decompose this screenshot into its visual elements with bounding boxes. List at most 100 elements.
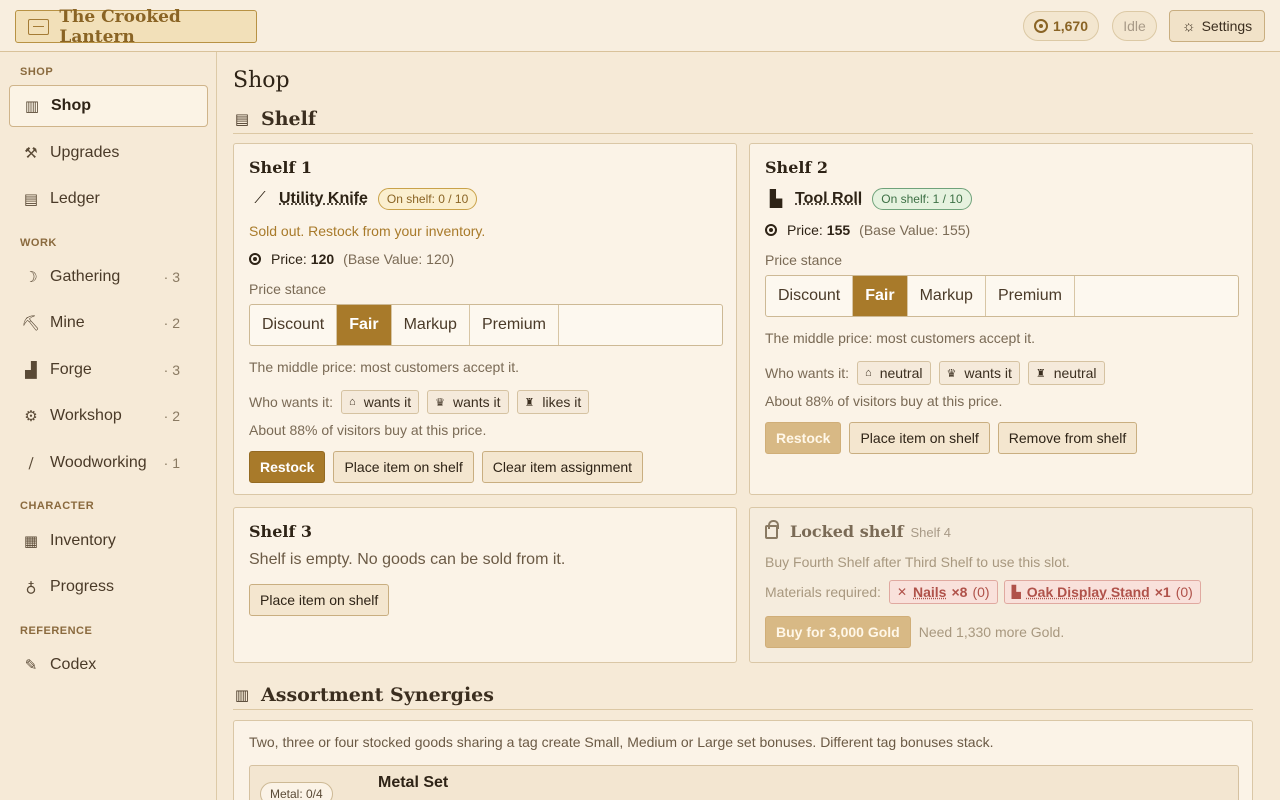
wants-label: Who wants it: (765, 365, 850, 381)
sidebar-item-label: Workshop (50, 407, 122, 424)
sidebar-item-inventory[interactable]: ▦ Inventory (9, 520, 208, 562)
place-item-button[interactable]: Place item on shelf (333, 451, 474, 483)
chisel-icon: ∕ (28, 454, 34, 472)
sidebar-heading-character: CHARACTER (20, 500, 95, 512)
material-qty: ×8 (951, 584, 968, 600)
place-item-button[interactable]: Place item on shelf (249, 584, 390, 616)
shelf-item-row: ⟋ Utility Knife On shelf: 0 / 10 (249, 188, 721, 210)
stance-markup-button[interactable]: Markup (908, 276, 986, 316)
chip-text: wants it (964, 365, 1012, 381)
place-item-button[interactable]: Place item on shelf (849, 422, 990, 454)
synergy-section-header: ▥ Assortment Synergies (233, 680, 1253, 710)
wants-row: Who wants it: ⌂ wants it ♛ wants it ♜ likes… (249, 390, 721, 414)
price-label: Price: (271, 251, 307, 267)
stock-badge: On shelf: 0 / 10 (377, 188, 478, 210)
lantern-icon: ♜ (1035, 367, 1046, 380)
sidebar-heading-reference: REFERENCE (20, 625, 93, 637)
main-content: Shop ▤ Shelf Shelf 1 ⟋ Utility Knife On … (233, 52, 1253, 800)
gold-counter: 1,670 (1023, 11, 1099, 41)
customer-chip: ⌂ wants it (341, 390, 420, 414)
knife-icon: ⟋ (254, 190, 266, 207)
coin-icon (249, 253, 261, 265)
shelf-actions: Place item on shelf (249, 584, 721, 616)
price-stance-selector: Discount Fair Markup Premium (765, 275, 1239, 317)
hammer-icon: ⚒ (24, 144, 38, 162)
house-icon: ⌂ (349, 396, 356, 408)
sidebar-item-label: Codex (50, 656, 97, 673)
wants-row: Who wants it: ⌂ neutral ♛ wants it ♜ neutra… (765, 361, 1237, 385)
buy-shelf-button[interactable]: Buy for 3,000 Gold (765, 616, 911, 648)
app-brand[interactable]: The Crooked Lantern (15, 7, 257, 47)
sidebar-item-codex[interactable]: ✎ Codex (9, 644, 208, 686)
item-name-link[interactable]: Tool Roll (795, 190, 862, 208)
gear-icon: ☼ (1181, 17, 1196, 35)
locked-shelf-subtitle: Shelf 4 (910, 525, 951, 540)
sidebar-item-label: Inventory (50, 532, 116, 549)
saw-icon: ⚙ (24, 407, 38, 425)
coin-icon (1033, 19, 1048, 33)
buy-rate: About 88% of visitors buy at this price. (249, 422, 487, 438)
sidebar-item-label: Mine (50, 314, 85, 331)
sidebar-item-progress[interactable]: ♁ Progress (9, 566, 208, 608)
material-chip[interactable]: ✕ Nails ×8 (0) (888, 580, 998, 604)
stance-discount-button[interactable]: Discount (766, 276, 854, 316)
clear-assignment-button[interactable]: Clear item assignment (481, 451, 644, 483)
materials-row: Materials required: ✕ Nails ×8 (0) ▙ Oak… (765, 580, 1237, 604)
shelf-icon: ▤ (234, 109, 250, 128)
coin-icon (765, 224, 777, 236)
restock-button[interactable]: Restock (765, 422, 842, 454)
customer-chip: ♜ neutral (1027, 361, 1105, 385)
sidebar-item-upgrades[interactable]: ⚒ Upgrades (9, 132, 208, 174)
lock-icon (765, 520, 779, 539)
chip-text: wants it (363, 394, 412, 410)
crown-icon: ♛ (946, 367, 957, 380)
stance-premium-button[interactable]: Premium (470, 305, 559, 345)
stance-premium-button[interactable]: Premium (986, 276, 1075, 316)
sidebar-item-label: Ledger (50, 190, 100, 207)
bag-icon: ▦ (23, 532, 39, 550)
sidebar-item-forge[interactable]: ▟ Forge · 3 (9, 349, 208, 391)
sidebar-item-gathering[interactable]: ☽ Gathering · 3 (9, 256, 208, 298)
sold-out-note: Sold out. Restock from your inventory. (249, 223, 486, 239)
nails-icon: ✕ (896, 585, 907, 599)
sidebar-item-shop[interactable]: ▥ Shop (9, 85, 208, 127)
price-label: Price: (787, 222, 823, 238)
remove-from-shelf-button[interactable]: Remove from shelf (997, 422, 1138, 454)
sidebar-item-workshop[interactable]: ⚙ Workshop · 2 (9, 395, 208, 437)
sidebar-item-mine[interactable]: ⛏ Mine · 2 (9, 302, 208, 344)
shelf-actions: Restock Place item on shelf Clear item a… (249, 451, 721, 483)
sidebar-item-label: Shop (51, 97, 91, 114)
price-stance-selector: Discount Fair Markup Premium (249, 304, 723, 346)
stance-fair-button[interactable]: Fair (853, 276, 908, 316)
sidebar-item-count: · 2 (163, 315, 180, 331)
material-qty: ×1 (1154, 584, 1171, 600)
stance-markup-button[interactable]: Markup (392, 305, 470, 345)
pickaxe-icon: ⛏ (21, 314, 41, 332)
stance-fair-button[interactable]: Fair (337, 305, 392, 345)
shelf-title: Shelf 3 (249, 522, 313, 541)
base-value: (Base Value: 120) (343, 251, 455, 267)
base-value: (Base Value: 155) (859, 222, 971, 238)
settings-button[interactable]: ☼ Settings (1169, 10, 1265, 42)
price-row: Price: 120 (Base Value: 120) (249, 251, 721, 267)
synergy-card: Two, three or four stocked goods sharing… (233, 720, 1253, 800)
anvil-icon: ▟ (25, 361, 37, 379)
item-name-link[interactable]: Utility Knife (279, 190, 368, 208)
section-title: Shelf (261, 107, 317, 130)
set-row: Metal: 0/4 Metal Set (249, 765, 1239, 800)
set-name: Metal Set (378, 774, 449, 791)
stand-icon: ▙ (1011, 585, 1021, 599)
material-chip[interactable]: ▙ Oak Display Stand ×1 (0) (1003, 580, 1201, 604)
section-title: Assortment Synergies (261, 683, 494, 706)
price-row: Price: 155 (Base Value: 155) (765, 222, 1237, 238)
chip-text: wants it (453, 394, 501, 410)
material-name: Nails (913, 584, 947, 600)
restock-button[interactable]: Restock (249, 451, 326, 483)
sidebar-item-woodworking[interactable]: ∕ Woodworking · 1 (9, 442, 208, 484)
crown-icon: ♛ (435, 396, 446, 409)
stance-discount-button[interactable]: Discount (250, 305, 338, 345)
chip-text: neutral (1053, 365, 1097, 381)
lantern-sign-icon (28, 18, 50, 35)
top-bar: The Crooked Lantern 1,670 Idle ☼ Setting… (0, 0, 1280, 52)
sidebar-item-ledger[interactable]: ▤ Ledger (9, 178, 208, 220)
